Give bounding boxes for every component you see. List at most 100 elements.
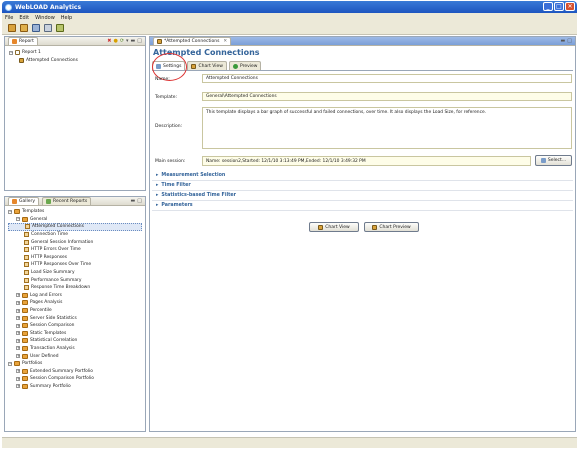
circle-icon[interactable]: ● (113, 38, 117, 44)
tree-item-label: Transaction Analysis (30, 345, 75, 351)
tab-recent-reports[interactable]: Recent Reports (42, 197, 92, 205)
tree-item[interactable]: + Extended Summary Portfolio (8, 367, 142, 375)
print-icon[interactable] (44, 24, 52, 32)
tree-item[interactable]: + Session Comparison (8, 322, 142, 330)
tree-item-label: Load Size Summary (31, 270, 75, 276)
expand-toggle-icon[interactable]: − (16, 217, 20, 222)
tree-item[interactable]: − General (8, 216, 142, 224)
tree-item[interactable]: Connection Time (8, 231, 142, 239)
minimize-view-icon[interactable]: ▬ (561, 38, 566, 44)
section-measurement-selection[interactable]: ▸ Measurement Selection (152, 171, 573, 181)
select-session-button[interactable]: Select... (535, 155, 572, 166)
section-statistics-time-filter[interactable]: ▸ Statistics-based Time Filter (152, 191, 573, 201)
tree-item[interactable]: HTTP Errors Over Time (8, 246, 142, 254)
tree-item[interactable]: HTTP Responses Over Time (8, 261, 142, 269)
tree-item[interactable]: + Static Templates (8, 330, 142, 338)
tree-item[interactable]: + Session Comparison Portfolio (8, 375, 142, 383)
main-session-label: Main session: (155, 159, 186, 164)
folder-icon (22, 323, 28, 329)
tree-item[interactable]: − Portfolios (8, 360, 142, 368)
tree-item[interactable]: + Summary Portfolio (8, 383, 142, 391)
save-icon[interactable] (32, 24, 40, 32)
tree-item[interactable]: + Log and Errors (8, 292, 142, 300)
template-icon (24, 277, 29, 283)
open-icon[interactable] (20, 24, 28, 32)
section-time-filter[interactable]: ▸ Time Filter (152, 181, 573, 191)
folder-icon (22, 353, 28, 359)
view-menu-icon[interactable]: ▾ (126, 38, 129, 44)
export-icon[interactable] (56, 24, 64, 32)
refresh-icon[interactable]: ⟳ (120, 38, 124, 44)
maximize-button[interactable]: □ (554, 2, 564, 11)
expand-toggle-icon[interactable]: + (16, 346, 20, 351)
tree-item-label: Statistical Correlation (30, 338, 78, 344)
folder-icon (22, 376, 28, 382)
minimize-view-icon[interactable]: ▬ (131, 198, 136, 204)
close-button[interactable]: ✕ (565, 2, 575, 11)
tree-item-attempted-connections[interactable]: Attempted Connections (9, 57, 141, 65)
menu-edit[interactable]: Edit (19, 15, 29, 21)
menu-file[interactable]: File (5, 15, 13, 21)
tree-item[interactable]: Response Time Breakdown (8, 284, 142, 292)
gallery-panel: Gallery Recent Reports ▬ □ − Templates − Ge… (4, 196, 146, 432)
expand-toggle-icon[interactable]: − (8, 361, 12, 366)
tab-chart-view[interactable]: Chart View (187, 61, 227, 70)
collapse-icon[interactable]: − (9, 50, 13, 55)
folder-icon (22, 292, 28, 298)
expand-toggle-icon[interactable]: + (16, 323, 20, 328)
tree-item[interactable]: − Templates (8, 208, 142, 216)
tree-item-report-1[interactable]: − Report 1 (9, 49, 141, 57)
folder-icon (14, 209, 20, 215)
tab-report[interactable]: Report (8, 37, 38, 45)
menu-help[interactable]: Help (61, 15, 72, 21)
tree-item[interactable]: General Session Information (8, 238, 142, 246)
template-icon (24, 247, 29, 253)
description-field[interactable]: This template displays a bar graph of su… (202, 107, 572, 149)
tab-gallery[interactable]: Gallery (8, 197, 40, 205)
minimize-button[interactable]: _ (543, 2, 553, 11)
maximize-view-icon[interactable]: □ (567, 38, 572, 44)
delete-icon[interactable]: ✖ (107, 38, 111, 44)
tree-item-label: Summary Portfolio (30, 383, 71, 389)
section-parameters[interactable]: ▸ Parameters (152, 201, 573, 211)
expand-toggle-icon[interactable]: + (16, 300, 20, 305)
tree-item[interactable]: + Transaction Analysis (8, 345, 142, 353)
chart-preview-button[interactable]: Chart Preview (364, 222, 419, 232)
tab-attempted-connections[interactable]: *Attempted Connections ✕ (153, 37, 232, 45)
minimize-view-icon[interactable]: ▬ (131, 38, 136, 44)
expand-toggle-icon[interactable]: + (16, 331, 20, 336)
new-report-icon[interactable] (8, 24, 16, 32)
expand-toggle-icon[interactable]: + (16, 384, 20, 389)
close-tab-icon[interactable]: ✕ (223, 39, 227, 44)
expand-toggle-icon[interactable]: + (16, 293, 20, 298)
expand-toggle-icon[interactable]: + (16, 354, 20, 359)
tree-item[interactable]: + Statistical Correlation (8, 337, 142, 345)
tree-item[interactable]: Load Size Summary (8, 269, 142, 277)
maximize-view-icon[interactable]: □ (137, 38, 142, 44)
expand-toggle-icon[interactable]: + (16, 308, 20, 313)
tree-item-label: Session Comparison Portfolio (30, 376, 94, 382)
tree-item[interactable]: + Percentile (8, 307, 142, 315)
tree-item[interactable]: HTTP Responses (8, 254, 142, 262)
chart-view-button[interactable]: Chart View (309, 222, 359, 232)
menu-window[interactable]: Window (35, 15, 55, 21)
expand-toggle-icon[interactable]: + (16, 316, 20, 321)
expand-toggle-icon[interactable]: + (16, 369, 20, 374)
tab-preview[interactable]: Preview (228, 61, 262, 70)
report-doc-icon (15, 50, 20, 56)
tree-item-label: General Session Information (31, 239, 94, 245)
tree-item-label: HTTP Errors Over Time (31, 247, 81, 253)
expand-toggle-icon[interactable]: − (8, 209, 12, 214)
app-logo-icon (5, 3, 12, 11)
expand-toggle-icon[interactable]: + (16, 376, 20, 381)
tree-item[interactable]: + User Defined (8, 352, 142, 360)
maximize-view-icon[interactable]: □ (137, 198, 142, 204)
editor-subtabs: Settings Chart View Preview (152, 61, 573, 71)
name-field[interactable]: Attempted Connections (202, 74, 572, 83)
folder-icon (22, 338, 28, 344)
tree-item[interactable]: + Pages Analysis (8, 299, 142, 307)
tree-item[interactable]: Attempted Connections (8, 223, 142, 231)
expand-toggle-icon[interactable]: + (16, 338, 20, 343)
tree-item[interactable]: Performance Summary (8, 276, 142, 284)
tree-item[interactable]: + Server Side Statistics (8, 314, 142, 322)
